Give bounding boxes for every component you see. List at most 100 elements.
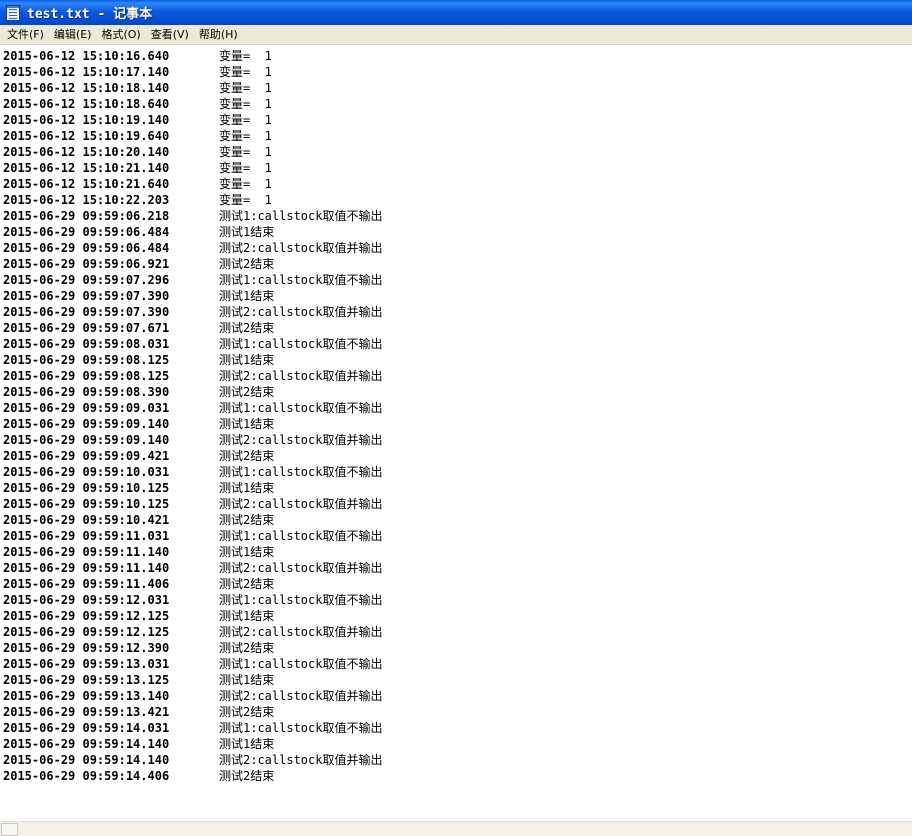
line-timestamp: 2015-06-29 09:59:12.390 <box>3 641 170 655</box>
menu-format[interactable]: 格式(O) <box>96 26 145 44</box>
line-message: 变量= 1 <box>219 97 272 111</box>
line-timestamp: 2015-06-29 09:59:07.390 <box>3 305 170 319</box>
line-timestamp: 2015-06-29 09:59:09.140 <box>3 417 170 431</box>
line-message: 变量= 1 <box>219 193 272 207</box>
text-line: 2015-06-12 15:10:19.140 变量= 1 <box>3 112 272 128</box>
line-timestamp: 2015-06-29 09:59:14.140 <box>3 753 170 767</box>
text-line: 2015-06-29 09:59:07.671 测试2结束 <box>3 320 274 336</box>
line-message: 测试2:callstock取值并输出 <box>219 561 383 575</box>
line-message: 测试1:callstock取值不输出 <box>219 401 383 415</box>
line-timestamp: 2015-06-29 09:59:10.125 <box>3 481 170 495</box>
line-timestamp: 2015-06-29 09:59:06.921 <box>3 257 170 271</box>
line-message: 测试2:callstock取值并输出 <box>219 241 383 255</box>
text-line: 2015-06-29 09:59:09.031 测试1:callstock取值不输… <box>3 400 382 416</box>
line-message: 测试1结束 <box>219 225 275 239</box>
line-message: 测试1结束 <box>219 481 275 495</box>
line-message: 测试2结束 <box>219 769 275 783</box>
text-line: 2015-06-29 09:59:08.125 测试1结束 <box>3 352 274 368</box>
text-line: 2015-06-29 09:59:14.140 测试1结束 <box>3 736 274 752</box>
line-message: 变量= 1 <box>219 49 272 63</box>
line-timestamp: 2015-06-29 09:59:08.031 <box>3 337 170 351</box>
line-timestamp: 2015-06-29 09:59:11.406 <box>3 577 170 591</box>
text-line: 2015-06-29 09:59:06.218 测试1:callstock取值不输… <box>3 208 382 224</box>
text-line: 2015-06-29 09:59:10.125 测试2:callstock取值并输… <box>3 496 382 512</box>
text-line: 2015-06-12 15:10:16.640 变量= 1 <box>3 48 272 64</box>
text-line: 2015-06-29 09:59:06.921 测试2结束 <box>3 256 274 272</box>
line-message: 测试1:callstock取值不输出 <box>219 529 383 543</box>
line-timestamp: 2015-06-29 09:59:07.390 <box>3 289 170 303</box>
menu-edit[interactable]: 编辑(E) <box>49 26 97 44</box>
menu-help[interactable]: 帮助(H) <box>194 26 243 44</box>
text-line: 2015-06-29 09:59:12.031 测试1:callstock取值不输… <box>3 592 382 608</box>
line-timestamp: 2015-06-29 09:59:13.421 <box>3 705 170 719</box>
text-line: 2015-06-29 09:59:11.140 测试2:callstock取值并输… <box>3 560 382 576</box>
line-timestamp: 2015-06-29 09:59:06.484 <box>3 241 170 255</box>
line-message: 测试1:callstock取值不输出 <box>219 209 383 223</box>
notepad-icon <box>6 4 20 21</box>
line-message: 测试2结束 <box>219 449 275 463</box>
text-line: 2015-06-29 09:59:13.140 测试2:callstock取值并输… <box>3 688 382 704</box>
text-line: 2015-06-29 09:59:14.140 测试2:callstock取值并输… <box>3 752 382 768</box>
text-line: 2015-06-29 09:59:06.484 测试1结束 <box>3 224 274 240</box>
line-timestamp: 2015-06-29 09:59:12.125 <box>3 625 170 639</box>
line-timestamp: 2015-06-12 15:10:21.640 <box>3 177 170 191</box>
text-editor-area[interactable]: 2015-06-12 15:10:16.640 变量= 1 2015-06-12 1… <box>0 45 912 821</box>
line-timestamp: 2015-06-29 09:59:09.421 <box>3 449 170 463</box>
text-line: 2015-06-29 09:59:14.031 测试1:callstock取值不输… <box>3 720 382 736</box>
line-timestamp: 2015-06-29 09:59:13.140 <box>3 689 170 703</box>
text-line: 2015-06-29 09:59:12.125 测试1结束 <box>3 608 274 624</box>
text-line: 2015-06-12 15:10:22.203 变量= 1 <box>3 192 272 208</box>
text-line: 2015-06-29 09:59:12.125 测试2:callstock取值并输… <box>3 624 382 640</box>
text-line: 2015-06-29 09:59:11.406 测试2结束 <box>3 576 274 592</box>
text-line: 2015-06-29 09:59:10.031 测试1:callstock取值不输… <box>3 464 382 480</box>
line-timestamp: 2015-06-29 09:59:06.484 <box>3 225 170 239</box>
line-timestamp: 2015-06-12 15:10:19.140 <box>3 113 170 127</box>
title-bar[interactable]: test.txt - 记事本 <box>0 0 912 25</box>
line-timestamp: 2015-06-12 15:10:20.140 <box>3 145 170 159</box>
line-timestamp: 2015-06-29 09:59:14.406 <box>3 769 170 783</box>
text-line: 2015-06-29 09:59:07.296 测试1:callstock取值不输… <box>3 272 382 288</box>
line-message: 测试1结束 <box>219 545 275 559</box>
line-timestamp: 2015-06-29 09:59:07.671 <box>3 321 170 335</box>
line-timestamp: 2015-06-12 15:10:17.140 <box>3 65 170 79</box>
text-line: 2015-06-29 09:59:11.031 测试1:callstock取值不输… <box>3 528 382 544</box>
text-line: 2015-06-29 09:59:10.421 测试2结束 <box>3 512 274 528</box>
text-line: 2015-06-29 09:59:08.125 测试2:callstock取值并输… <box>3 368 382 384</box>
line-message: 测试2结束 <box>219 641 275 655</box>
window-title: test.txt - 记事本 <box>27 7 153 22</box>
text-line: 2015-06-29 09:59:08.031 测试1:callstock取值不输… <box>3 336 382 352</box>
line-message: 测试1:callstock取值不输出 <box>219 721 383 735</box>
horizontal-scrollbar[interactable] <box>0 821 912 836</box>
scroll-left-button[interactable] <box>1 823 18 836</box>
line-timestamp: 2015-06-29 09:59:14.031 <box>3 721 170 735</box>
text-line: 2015-06-29 09:59:07.390 测试1结束 <box>3 288 274 304</box>
line-message: 测试2:callstock取值并输出 <box>219 433 383 447</box>
text-line: 2015-06-12 15:10:18.640 变量= 1 <box>3 96 272 112</box>
line-message: 变量= 1 <box>219 161 272 175</box>
menu-file[interactable]: 文件(F) <box>2 26 49 44</box>
text-line: 2015-06-29 09:59:13.031 测试1:callstock取值不输… <box>3 656 382 672</box>
line-timestamp: 2015-06-29 09:59:08.125 <box>3 353 170 367</box>
line-timestamp: 2015-06-29 09:59:13.031 <box>3 657 170 671</box>
line-message: 测试1结束 <box>219 417 275 431</box>
line-timestamp: 2015-06-29 09:59:09.031 <box>3 401 170 415</box>
line-timestamp: 2015-06-29 09:59:10.031 <box>3 465 170 479</box>
line-message: 变量= 1 <box>219 81 272 95</box>
line-timestamp: 2015-06-29 09:59:13.125 <box>3 673 170 687</box>
menu-view[interactable]: 查看(V) <box>146 26 194 44</box>
line-message: 测试1结束 <box>219 353 275 367</box>
line-timestamp: 2015-06-29 09:59:07.296 <box>3 273 170 287</box>
line-message: 变量= 1 <box>219 65 272 79</box>
line-message: 测试2:callstock取值并输出 <box>219 305 383 319</box>
text-line: 2015-06-12 15:10:19.640 变量= 1 <box>3 128 272 144</box>
line-timestamp: 2015-06-29 09:59:06.218 <box>3 209 170 223</box>
line-timestamp: 2015-06-12 15:10:19.640 <box>3 129 170 143</box>
text-line: 2015-06-12 15:10:20.140 变量= 1 <box>3 144 272 160</box>
text-line: 2015-06-12 15:10:17.140 变量= 1 <box>3 64 272 80</box>
line-timestamp: 2015-06-12 15:10:18.140 <box>3 81 170 95</box>
line-timestamp: 2015-06-29 09:59:10.125 <box>3 497 170 511</box>
line-message: 测试2:callstock取值并输出 <box>219 753 383 767</box>
text-line: 2015-06-29 09:59:08.390 测试2结束 <box>3 384 274 400</box>
line-timestamp: 2015-06-29 09:59:10.421 <box>3 513 170 527</box>
text-line: 2015-06-29 09:59:09.140 测试2:callstock取值并输… <box>3 432 382 448</box>
